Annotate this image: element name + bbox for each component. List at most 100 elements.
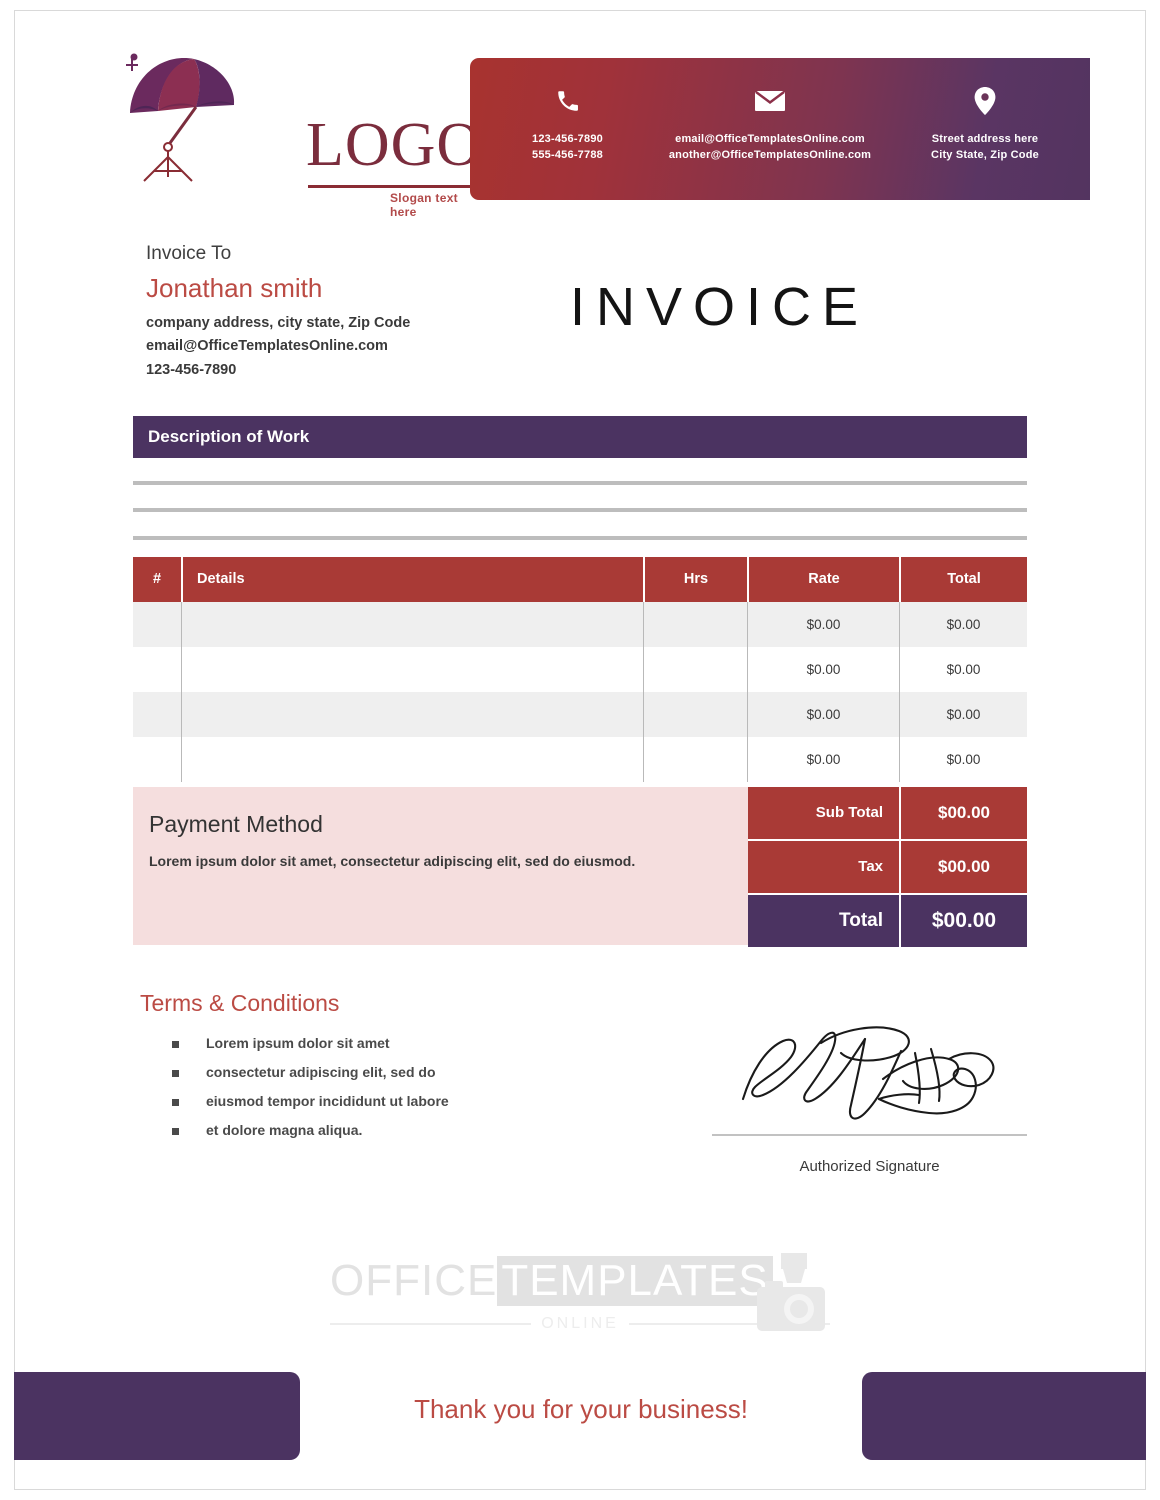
email-line-1[interactable]: email@OfficeTemplatesOnline.com — [645, 132, 895, 148]
cell-hrs[interactable] — [643, 647, 747, 692]
watermark-word-online: ONLINE — [541, 1315, 619, 1332]
list-item: Lorem ipsum dolor sit amet — [140, 1029, 610, 1058]
cell-hrs[interactable] — [643, 692, 747, 737]
tax-label: Tax — [748, 841, 899, 893]
footer-accent-right — [862, 1372, 1146, 1460]
client-email: email@OfficeTemplatesOnline.com — [146, 338, 388, 355]
cell-number[interactable] — [133, 692, 181, 737]
phone-icon — [480, 84, 655, 118]
map-pin-icon — [885, 84, 1085, 118]
cell-total[interactable]: $0.00 — [899, 737, 1027, 782]
phone-line-1: 123-456-7890 — [532, 133, 603, 145]
payment-method-title: Payment Method — [149, 811, 323, 837]
signature-line — [712, 1134, 1027, 1136]
work-rule-line-3 — [133, 536, 1027, 540]
header-rate: Rate — [747, 557, 899, 602]
client-phone: 123-456-7890 — [146, 361, 237, 378]
description-of-work-bar: Description of Work — [133, 416, 1027, 458]
cell-rate[interactable]: $0.00 — [747, 737, 899, 782]
signature-icon — [741, 1026, 994, 1120]
contact-bar: 123-456-7890 555-456-7788 email@OfficeTe… — [470, 58, 1090, 200]
invoice-to-block: Invoice To Jonathan smith company addres… — [146, 243, 576, 382]
page-title: INVOICE — [570, 277, 870, 337]
invoice-header: LOGO Slogan text here 123-456-7890 555-4… — [0, 0, 1160, 219]
cell-total[interactable]: $0.00 — [899, 692, 1027, 737]
header-hrs: Hrs — [643, 557, 747, 602]
contact-address-block: Street address here City State, Zip Code — [885, 58, 1085, 200]
logo-wordmark: LOGO — [306, 111, 483, 179]
contact-address-lines: Street address here City State, Zip Code — [885, 132, 1085, 164]
items-table-body: $0.00 $0.00 $0.00 $0.00 $0.00 $0.00 $0.0… — [133, 602, 1027, 782]
cell-number[interactable] — [133, 737, 181, 782]
logo-slogan: Slogan text here — [390, 191, 458, 219]
items-table: # Details Hrs Rate Total $0.00 $0.00 $0.… — [133, 557, 1027, 782]
payment-method-text: Lorem ipsum dolor sit amet, consectetur … — [149, 853, 636, 869]
totals-block: Sub Total $00.00 Tax $00.00 Total $00.00 — [748, 787, 1027, 947]
terms-list: Lorem ipsum dolor sit amet consectetur a… — [140, 1029, 610, 1145]
contact-email-block: email@OfficeTemplatesOnline.com another@… — [645, 58, 895, 200]
list-item: consectetur adipiscing elit, sed do — [140, 1058, 610, 1087]
cell-total[interactable]: $0.00 — [899, 647, 1027, 692]
grand-total-label: Total — [748, 895, 899, 947]
signature-caption: Authorized Signature — [799, 1158, 940, 1175]
subtotal-label: Sub Total — [748, 787, 899, 839]
invoice-to-label: Invoice To — [146, 243, 232, 264]
contact-phone-block: 123-456-7890 555-456-7788 — [480, 58, 655, 200]
work-rule-line-2 — [133, 508, 1027, 512]
signature-block: Authorized Signature — [712, 1015, 1027, 1175]
contact-email-lines: email@OfficeTemplatesOnline.com another@… — [645, 132, 895, 164]
footer-accent-left — [14, 1372, 300, 1460]
header-details: Details — [181, 557, 643, 602]
cell-details[interactable] — [181, 692, 643, 737]
phone-line-2: 555-456-7788 — [532, 148, 603, 161]
cell-rate[interactable]: $0.00 — [747, 602, 899, 647]
cell-details[interactable] — [181, 737, 643, 782]
tax-row: Tax $00.00 — [748, 841, 1027, 893]
terms-title: Terms & Conditions — [140, 990, 340, 1016]
company-logo: LOGO Slogan text here — [108, 45, 515, 219]
camera-icon — [757, 1253, 825, 1331]
watermark-word-templates: TEMPLATES — [497, 1256, 773, 1306]
description-of-work-heading: Description of Work — [148, 427, 310, 446]
table-row[interactable]: $0.00 $0.00 — [133, 602, 1027, 647]
table-row[interactable]: $0.00 $0.00 — [133, 647, 1027, 692]
grand-total-value[interactable]: $00.00 — [899, 895, 1027, 947]
payment-method-block: Payment Method Lorem ipsum dolor sit ame… — [133, 787, 748, 945]
cell-hrs[interactable] — [643, 737, 747, 782]
client-name: Jonathan smith — [146, 273, 323, 303]
address-line-2: City State, Zip Code — [931, 148, 1039, 161]
client-address: company address, city state, Zip Code — [146, 315, 411, 331]
cell-hrs[interactable] — [643, 602, 747, 647]
footer-message: Thank you for your business! — [414, 1394, 748, 1424]
work-rule-line-1 — [133, 481, 1027, 485]
cell-number[interactable] — [133, 602, 181, 647]
subtotal-value[interactable]: $00.00 — [899, 787, 1027, 839]
terms-block: Terms & Conditions Lorem ipsum dolor sit… — [140, 990, 610, 1145]
watermark-word-office: OFFICE — [330, 1256, 498, 1305]
table-row[interactable]: $0.00 $0.00 — [133, 737, 1027, 782]
invoice-page: LOGO Slogan text here 123-456-7890 555-4… — [0, 0, 1160, 1500]
umbrella-icon — [126, 53, 235, 182]
address-line-1: Street address here — [931, 133, 1039, 145]
watermark-dash-left — [330, 1323, 532, 1325]
list-item: eiusmod tempor incididunt ut labore — [140, 1087, 610, 1116]
cell-rate[interactable]: $0.00 — [747, 692, 899, 737]
email-line-2[interactable]: another@OfficeTemplatesOnline.com — [645, 148, 895, 164]
cell-details[interactable] — [181, 602, 643, 647]
cell-rate[interactable]: $0.00 — [747, 647, 899, 692]
table-header-row: # Details Hrs Rate Total — [133, 557, 1027, 602]
contact-phone-lines: 123-456-7890 555-456-7788 — [480, 132, 655, 164]
list-item: et dolore magna aliqua. — [140, 1116, 610, 1145]
header-number: # — [133, 557, 181, 602]
header-total: Total — [899, 557, 1027, 602]
table-row[interactable]: $0.00 $0.00 — [133, 692, 1027, 737]
cell-number[interactable] — [133, 647, 181, 692]
watermark: OFFICE TEMPLATES ONLINE — [330, 1253, 831, 1355]
subtotal-row: Sub Total $00.00 — [748, 787, 1027, 839]
cell-details[interactable] — [181, 647, 643, 692]
grand-total-row: Total $00.00 — [748, 895, 1027, 947]
tax-value[interactable]: $00.00 — [899, 841, 1027, 893]
envelope-icon — [645, 84, 895, 118]
items-table-head: # Details Hrs Rate Total — [133, 557, 1027, 602]
cell-total[interactable]: $0.00 — [899, 602, 1027, 647]
